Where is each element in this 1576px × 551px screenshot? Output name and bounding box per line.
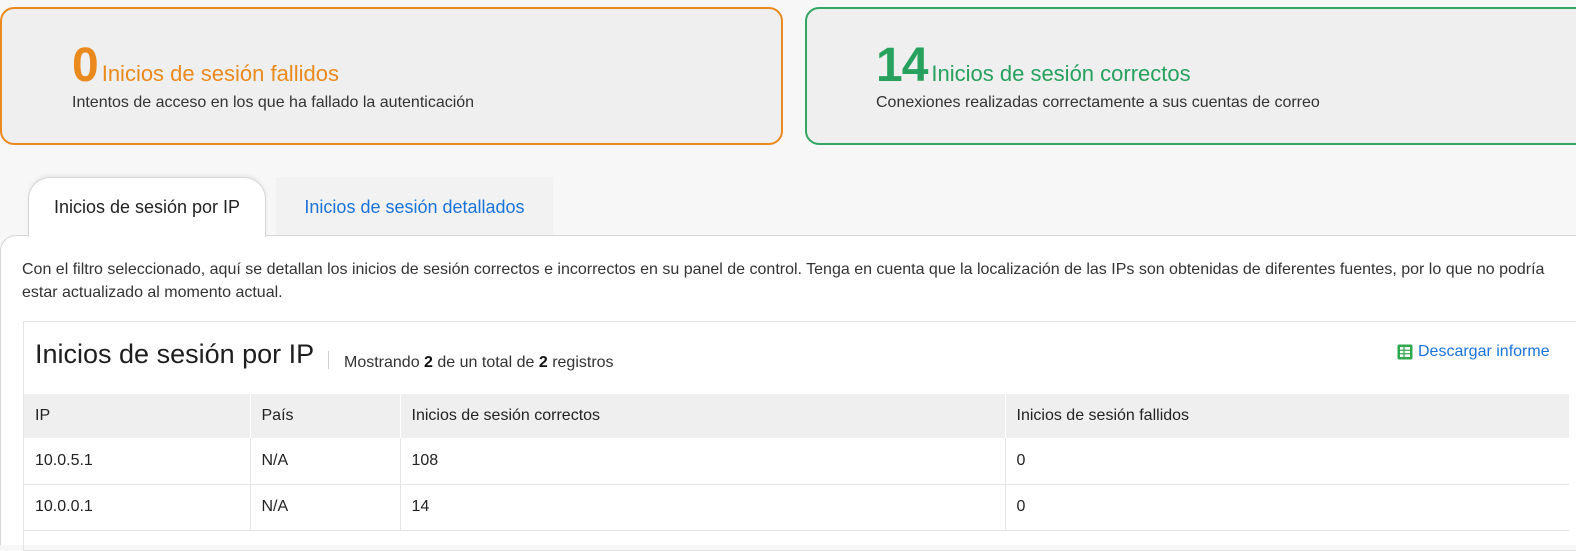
failed-logins-count: 0 [72, 39, 99, 92]
logins-by-ip-table: IP País Inicios de sesión correctos Inic… [24, 394, 1569, 531]
tab-detailed-logins[interactable]: Inicios de sesión detallados [276, 177, 553, 237]
tab-logins-by-ip[interactable]: Inicios de sesión por IP [28, 177, 266, 237]
download-report-label: Descargar informe [1418, 343, 1550, 360]
filter-info-text: Con el filtro seleccionado, aquí se deta… [22, 261, 1545, 301]
record-count-prefix: Mostrando [344, 354, 420, 371]
table-row: 10.0.0.1 N/A 14 0 [24, 484, 1569, 531]
failed-logins-content: 0 Inicios de sesión fallidos Intentos de… [72, 40, 474, 112]
failed-logins-description: Intentos de acceso en los que ha fallado… [72, 94, 475, 111]
table-row: 10.0.5.1 N/A 108 0 [24, 438, 1569, 485]
tab-panel: Con el filtro seleccionado, aquí se deta… [0, 235, 1576, 551]
failed-logins-card: 0 Inicios de sesión fallidos Intentos de… [0, 7, 783, 145]
successful-logins-description: Conexiones realizadas correctamente a su… [876, 94, 1320, 111]
cell-ip: 10.0.5.1 [24, 438, 251, 485]
header-divider [328, 351, 329, 369]
failed-logins-label: Inicios de sesión fallidos [101, 61, 339, 86]
column-header-failed[interactable]: Inicios de sesión fallidos [1005, 394, 1569, 438]
successful-logins-content: 14 Inicios de sesión correctos Conexione… [876, 40, 1320, 112]
cell-failed: 0 [1005, 484, 1569, 531]
column-header-successful[interactable]: Inicios de sesión correctos [400, 394, 1006, 438]
column-header-country[interactable]: País [250, 394, 401, 438]
record-count-suffix: registros [552, 354, 614, 371]
record-count: Mostrando 2 de un total de 2 registros [344, 354, 614, 372]
download-report-link[interactable]: Descargar informe [1396, 343, 1550, 361]
report-box: Inicios de sesión por IP Mostrando 2 de … [23, 321, 1576, 551]
table-header-row: IP País Inicios de sesión correctos Inic… [24, 394, 1569, 438]
failed-logins-headline: 0 Inicios de sesión fallidos [72, 40, 474, 92]
successful-logins-card: 14 Inicios de sesión correctos Conexione… [805, 7, 1576, 145]
cell-country: N/A [250, 484, 401, 531]
cell-successful: 108 [400, 438, 1006, 485]
spreadsheet-icon [1397, 344, 1413, 360]
cell-country: N/A [250, 438, 401, 485]
successful-logins-headline: 14 Inicios de sesión correctos [876, 40, 1320, 92]
cell-ip: 10.0.0.1 [24, 484, 251, 531]
successful-logins-label: Inicios de sesión correctos [931, 61, 1191, 86]
record-count-total: 2 [538, 354, 548, 371]
record-count-middle: de un total de [437, 354, 535, 371]
cell-successful: 14 [400, 484, 1006, 531]
cell-failed: 0 [1005, 438, 1569, 485]
record-count-shown: 2 [424, 354, 433, 371]
report-title: Inicios de sesión por IP [35, 339, 315, 369]
successful-logins-count: 14 [876, 39, 928, 92]
report-header: Inicios de sesión por IP Mostrando 2 de … [24, 322, 1576, 394]
column-header-ip[interactable]: IP [24, 394, 251, 438]
